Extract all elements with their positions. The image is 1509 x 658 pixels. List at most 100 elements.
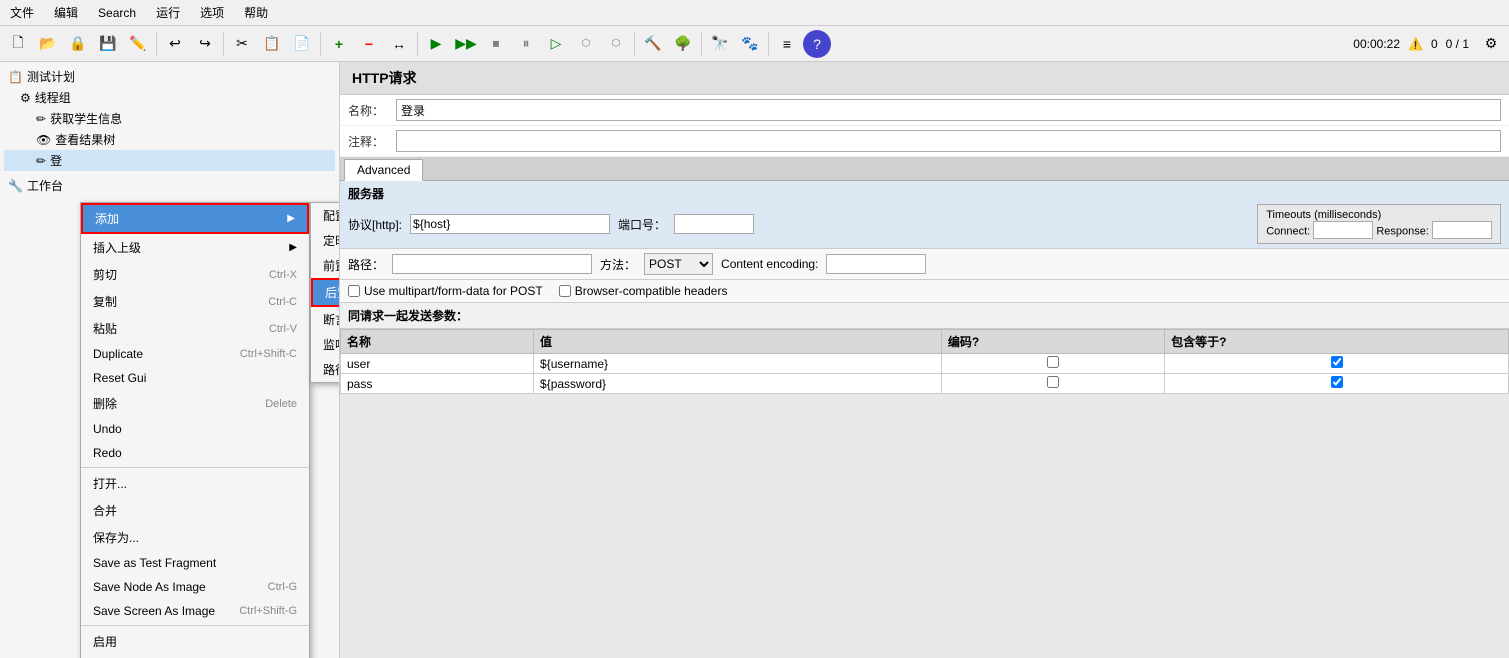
tree-item-test-plan[interactable]: 📋 测试计划 [4, 66, 335, 87]
path-input[interactable] [392, 254, 592, 274]
remote-stop-button[interactable]: ⬡ [572, 30, 600, 58]
open-button[interactable]: 📂 [34, 30, 62, 58]
menu-run[interactable]: 运行 [150, 2, 186, 23]
help-button[interactable]: ? [803, 30, 831, 58]
method-select[interactable]: POST GET PUT DELETE [644, 253, 713, 275]
response-label: Response: [1376, 226, 1429, 238]
response-input[interactable] [1432, 221, 1492, 239]
ctx-shortcut: Ctrl+Shift-G [239, 605, 297, 617]
right-panel: HTTP请求 名称： 注释： Advanced 服务器 协议[http]: 端口… [340, 62, 1509, 658]
menu-options[interactable]: 选项 [194, 2, 230, 23]
tree-item-login[interactable]: ✏ 登 [4, 150, 335, 171]
submenu-config[interactable]: 配置元件▶ [311, 203, 340, 228]
copy-button[interactable]: 📋 [258, 30, 286, 58]
ctx-cut[interactable]: 剪切 Ctrl-X [81, 261, 309, 288]
remote-exit-button[interactable]: ⬡ [602, 30, 630, 58]
ctx-delete[interactable]: 删除 Delete [81, 390, 309, 417]
comment-input[interactable] [396, 130, 1501, 152]
name-input[interactable] [396, 99, 1501, 121]
submenu-arrow: ▶ [287, 213, 295, 224]
multipart-checkbox[interactable] [348, 285, 360, 297]
include-checkbox-2[interactable] [1331, 376, 1343, 388]
ctx-undo[interactable]: Undo [81, 417, 309, 441]
ctx-label: Duplicate [93, 347, 143, 361]
stop-button[interactable]: ⏹ [482, 30, 510, 58]
start-button[interactable]: ▶ [422, 30, 450, 58]
protocol-input[interactable] [410, 214, 610, 234]
edit-button[interactable]: ✏️ [124, 30, 152, 58]
tree-item-view-result[interactable]: 👁 查看结果树 [4, 129, 335, 150]
ctx-open[interactable]: 打开... [81, 470, 309, 497]
encoding-input[interactable] [826, 254, 926, 274]
menu-bar: 文件 编辑 Search 运行 选项 帮助 [0, 0, 1509, 26]
remove-button[interactable]: − [355, 30, 383, 58]
ctx-shortcut: Ctrl-V [269, 323, 297, 335]
ctx-save-screen-img[interactable]: Save Screen As Image Ctrl+Shift-G [81, 599, 309, 623]
remote-start-button[interactable]: ▷ [542, 30, 570, 58]
ctx-label: 打开... [93, 475, 127, 492]
encode-checkbox-1[interactable] [1047, 356, 1059, 368]
connect-input[interactable] [1313, 221, 1373, 239]
lock-button[interactable]: 🔒 [64, 30, 92, 58]
tab-advanced[interactable]: Advanced [344, 159, 423, 181]
left-panel: 📋 测试计划 ⚙ 线程组 ✏ 获取学生信息 👁 查看结果树 ✏ 登 🔧 工作台 [0, 62, 340, 658]
submenu-timer[interactable]: 定时器▶ [311, 228, 340, 253]
ctx-save-as-fragment[interactable]: Save as Test Fragment [81, 551, 309, 575]
ctx-divider2 [81, 625, 309, 626]
ctx-add[interactable]: 添加 ▶ [81, 203, 309, 234]
undo-button[interactable]: ↩ [161, 30, 189, 58]
submenu-listener[interactable]: 监听器▶ [311, 332, 340, 357]
tree-label: 测试计划 [27, 68, 75, 85]
add-button[interactable]: + [325, 30, 353, 58]
ctx-label: 保存为... [93, 529, 139, 546]
param-value-cell: ${username} [534, 354, 942, 374]
tree-item-get-student[interactable]: ✏ 获取学生信息 [4, 108, 335, 129]
http-panel: HTTP请求 名称： 注释： Advanced 服务器 协议[http]: 端口… [340, 62, 1509, 394]
search-button[interactable]: 🐾 [736, 30, 764, 58]
sep5 [634, 32, 635, 56]
settings-button[interactable]: ⚙ [1477, 30, 1505, 58]
ctx-redo[interactable]: Redo [81, 441, 309, 465]
submenu-add: 配置元件▶ 定时器▶ 前置处理器▶ 后置处理器▶ 断言▶ 监听器▶ 路径▶ [310, 202, 340, 383]
clear-button[interactable]: 🔨 [639, 30, 667, 58]
shutdown-button[interactable]: ⏸ [512, 30, 540, 58]
new-button[interactable]: 🗋 [4, 30, 32, 58]
menu-edit[interactable]: 编辑 [48, 2, 84, 23]
submenu-preprocessor[interactable]: 前置处理器▶ [311, 253, 340, 278]
ctx-merge[interactable]: 合并 [81, 497, 309, 524]
ctx-duplicate[interactable]: Duplicate Ctrl+Shift-C [81, 342, 309, 366]
sep1 [156, 32, 157, 56]
ctx-paste[interactable]: 粘贴 Ctrl-V [81, 315, 309, 342]
cut-button[interactable]: ✂ [228, 30, 256, 58]
tree-item-thread-group[interactable]: ⚙ 线程组 [4, 87, 335, 108]
encode-checkbox-2[interactable] [1047, 376, 1059, 388]
ctx-save-as[interactable]: 保存为... [81, 524, 309, 551]
browse-button[interactable]: 🔭 [706, 30, 734, 58]
table-row: pass ${password} [341, 374, 1509, 394]
port-input[interactable] [674, 214, 754, 234]
move-button[interactable]: ↔ [385, 30, 413, 58]
include-checkbox-1[interactable] [1331, 356, 1343, 368]
browser-headers-text: Browser-compatible headers [575, 284, 728, 298]
submenu-assertion[interactable]: 断言▶ [311, 307, 340, 332]
menu-help[interactable]: 帮助 [238, 2, 274, 23]
paste-button[interactable]: 📄 [288, 30, 316, 58]
ctx-copy[interactable]: 复制 Ctrl-C [81, 288, 309, 315]
redo-button[interactable]: ↪ [191, 30, 219, 58]
ctx-save-node-img[interactable]: Save Node As Image Ctrl-G [81, 575, 309, 599]
submenu-path[interactable]: 路径▶ [311, 357, 340, 382]
menu-file[interactable]: 文件 [4, 2, 40, 23]
ctx-add-label: 添加 [95, 210, 119, 227]
save-button[interactable]: 💾 [94, 30, 122, 58]
ctx-insert-parent[interactable]: 插入上级 ▶ [81, 234, 309, 261]
ctx-enable[interactable]: 启用 [81, 628, 309, 655]
list-button[interactable]: ≡ [773, 30, 801, 58]
clear-all-button[interactable]: 🌳 [669, 30, 697, 58]
submenu-postprocessor[interactable]: 后置处理器▶ [311, 278, 340, 307]
tree-workbench[interactable]: 🔧 工作台 [4, 175, 335, 196]
menu-search[interactable]: Search [92, 4, 142, 22]
ctx-reset-gui[interactable]: Reset Gui [81, 366, 309, 390]
browser-headers-checkbox[interactable] [559, 285, 571, 297]
start-no-pause-button[interactable]: ▶▶ [452, 30, 480, 58]
http-title: HTTP请求 [340, 62, 1509, 95]
